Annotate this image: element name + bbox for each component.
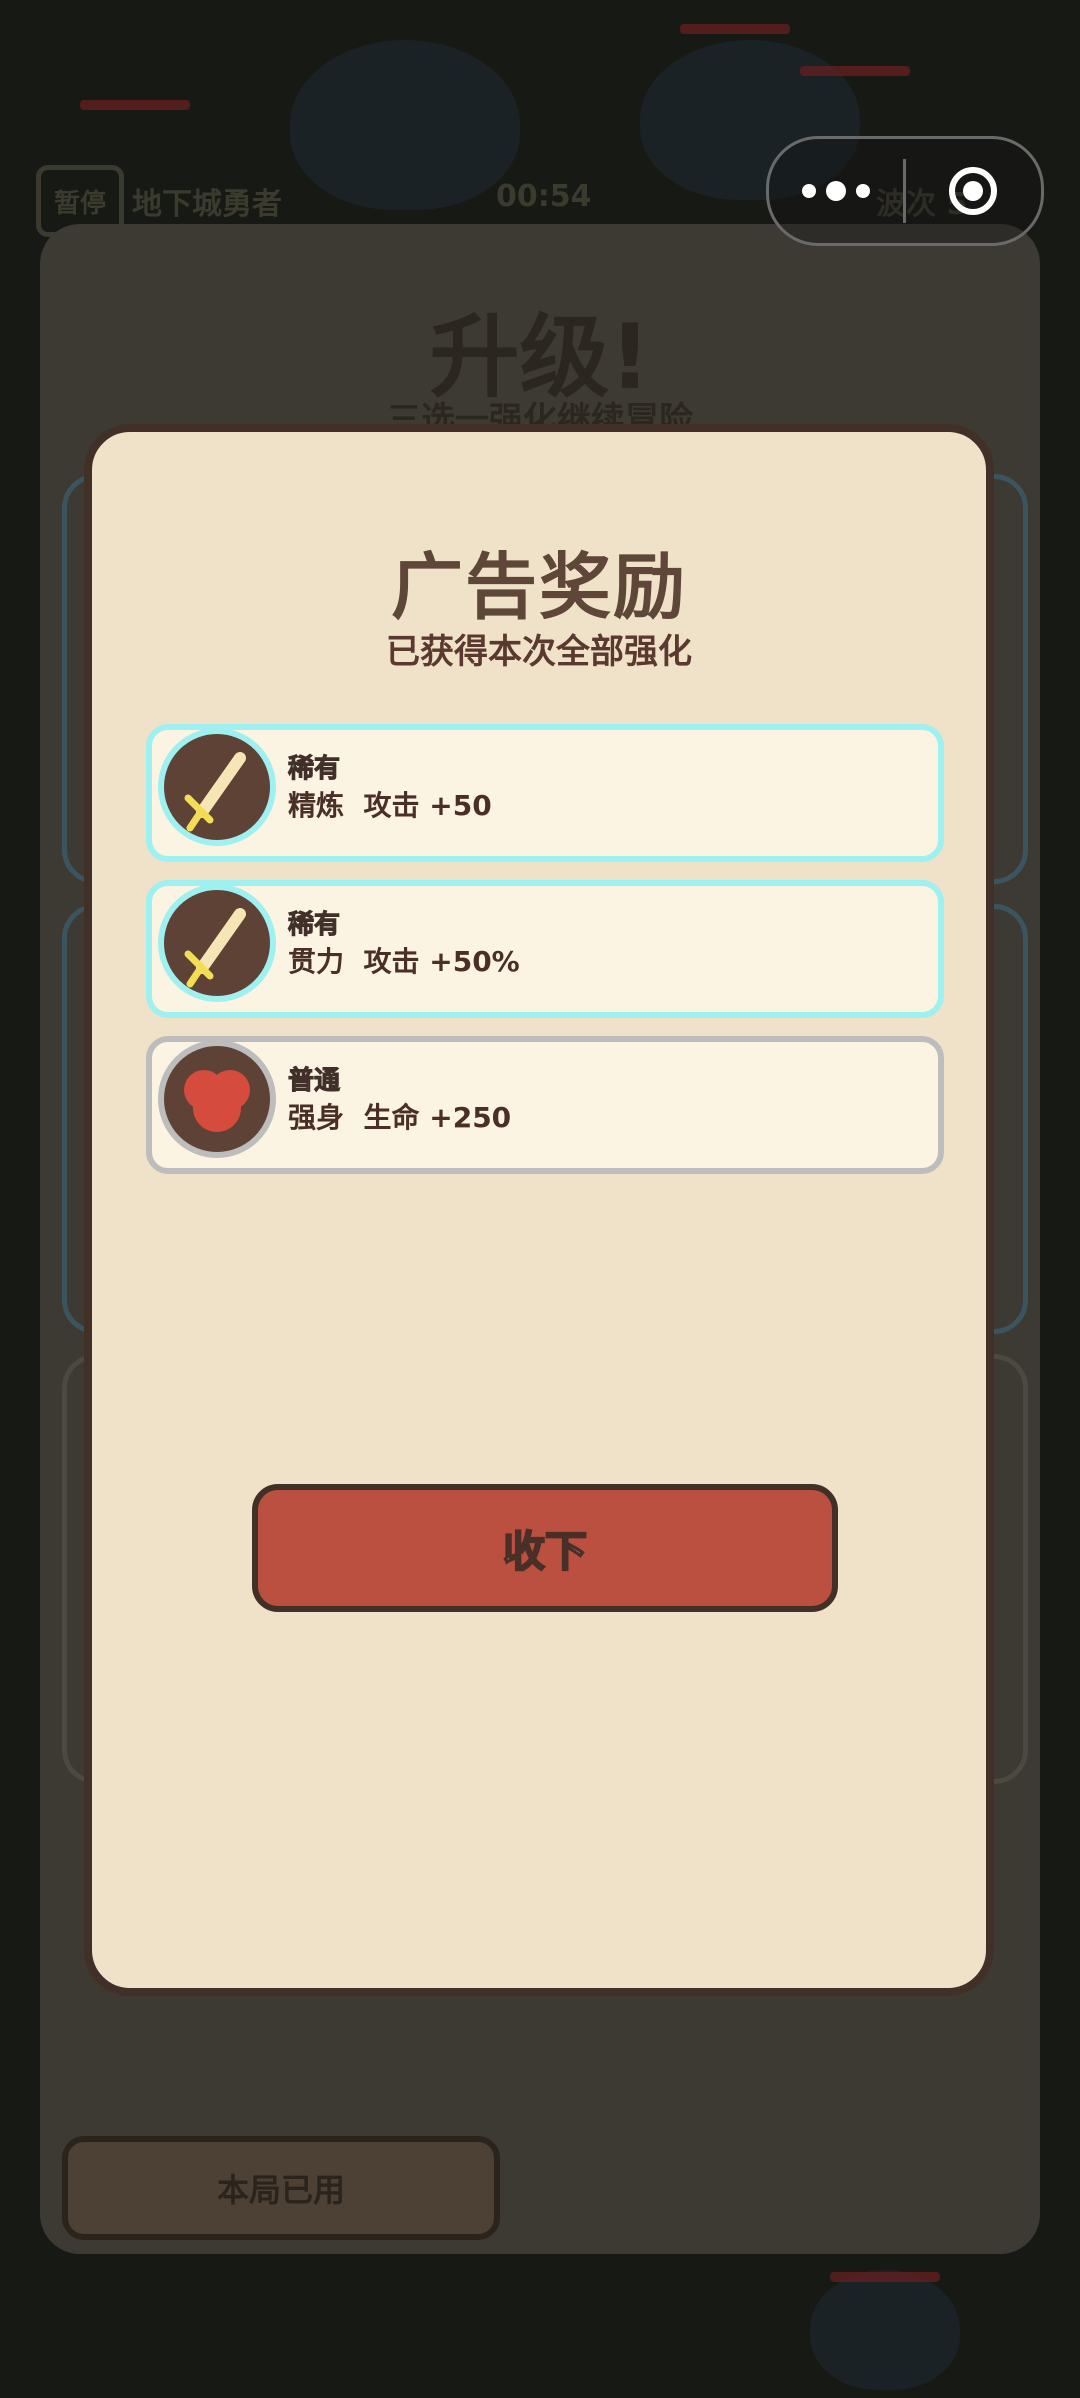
reward-description: 贯力 攻击 +50% xyxy=(288,945,520,978)
close-mini-program-button[interactable] xyxy=(906,167,1040,215)
enemy-health-bar xyxy=(680,24,790,34)
enemy-health-bar xyxy=(800,66,910,76)
reward-item: 普通 强身 生命 +250 xyxy=(146,1036,944,1174)
reward-item: 稀有 精炼 攻击 +50 xyxy=(146,724,944,862)
target-icon xyxy=(949,167,997,215)
ad-reward-modal: 广告奖励 已获得本次全部强化 稀有 精炼 攻击 +50 稀有 贯力 攻击 +50… xyxy=(84,424,994,1996)
slime-enemy xyxy=(810,2270,960,2390)
game-title: 地下城勇者 xyxy=(132,187,282,222)
game-timer: 00:54 xyxy=(496,179,592,214)
collect-button[interactable]: 收下 xyxy=(252,1484,838,1612)
dot-icon xyxy=(856,184,870,198)
rarity-label: 稀有 xyxy=(287,910,341,941)
modal-title: 广告奖励 xyxy=(390,545,687,629)
rarity-label: 普通 xyxy=(287,1066,341,1097)
heart-icon xyxy=(158,1040,276,1158)
used-button[interactable]: 本局已用 xyxy=(62,2136,500,2240)
dot-icon xyxy=(826,181,846,201)
reward-description: 强身 生命 +250 xyxy=(288,1101,512,1134)
sword-icon xyxy=(158,884,276,1002)
reward-description: 精炼 攻击 +50 xyxy=(288,789,492,822)
reward-item: 稀有 贯力 攻击 +50% xyxy=(146,880,944,1018)
sword-icon xyxy=(158,728,276,846)
enemy-health-bar xyxy=(80,100,190,110)
mini-program-capsule xyxy=(766,136,1044,246)
modal-subtitle: 已获得本次全部强化 xyxy=(386,632,692,672)
rarity-label: 稀有 xyxy=(287,754,341,785)
dot-icon xyxy=(802,184,816,198)
enemy-health-bar xyxy=(830,2272,940,2282)
more-menu-button[interactable] xyxy=(769,181,903,201)
